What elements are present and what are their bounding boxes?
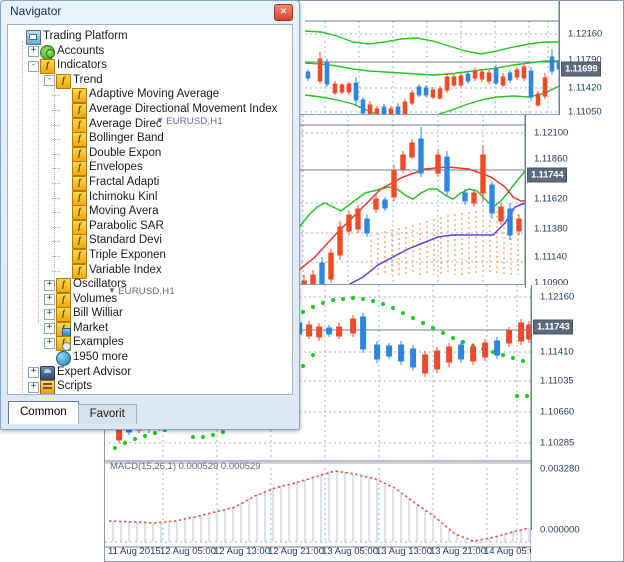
symbol-text: EURUSD,H1 <box>118 286 175 297</box>
tree-item-label: Moving Avera <box>89 204 158 219</box>
time-label: 13 Aug 05:00 <box>322 546 378 557</box>
price-label: 1.11140 <box>534 252 567 263</box>
chevron-down-icon[interactable]: ▼ <box>156 116 164 125</box>
expand-icon[interactable]: + <box>28 367 39 378</box>
tree-item-label: Bollinger Band <box>89 131 164 146</box>
price-axis-line <box>531 285 532 530</box>
tab-common[interactable]: Common <box>8 401 79 424</box>
price-label: 1.12160 <box>568 29 602 40</box>
time-label: 12 Aug 21:00 <box>268 546 324 557</box>
time-axis: 11 Aug 2015 12 Aug 05:00 12 Aug 13:00 12… <box>105 545 531 561</box>
expand-icon[interactable]: + <box>44 323 55 334</box>
tree-item-label: Bill Williar <box>73 306 123 321</box>
navigator-window[interactable]: Navigator ✕ Trading Platform + Accounts-fI… <box>0 0 300 430</box>
price-axis-line <box>559 1 560 118</box>
chart-window-bollinger[interactable]: 1.12160 1.11790 1.11699 1.11420 1.11050 <box>296 0 624 119</box>
tree-item-label: Envelopes <box>89 160 143 175</box>
tree-item-label: Trend <box>73 73 103 88</box>
price-label: 1.11035 <box>540 376 574 387</box>
chevron-down-icon[interactable]: ▼ <box>108 286 116 295</box>
current-price-tag: 1.11744 <box>527 168 567 183</box>
price-label: 1.11420 <box>568 83 602 94</box>
chart-symbol-label-parabolic[interactable]: ▼EURUSD,H1 <box>108 286 175 297</box>
tree-connector <box>22 41 23 395</box>
macd-scale-label: 0.000000 <box>540 525 580 536</box>
tree-item-label: Parabolic SAR <box>89 219 164 234</box>
tree-item-label: Market <box>73 321 108 336</box>
tree-item-label: Fractal Adapti <box>89 175 159 190</box>
tree-item[interactable]: + Expert Advisor <box>12 365 292 380</box>
price-label: 1.11410 <box>540 347 574 358</box>
price-scale-bollinger[interactable]: 1.12160 1.11790 1.11699 1.11420 1.11050 <box>559 1 624 118</box>
chart-symbol-label-ichimoku[interactable]: ▼EURUSD,H1 <box>156 116 223 127</box>
macd-indicator-label: MACD(15,26,1) 0.000529 0.000529 <box>110 461 261 472</box>
expand-icon[interactable]: + <box>44 338 55 349</box>
navigator-titlebar[interactable]: Navigator ✕ <box>1 1 299 23</box>
close-icon[interactable]: ✕ <box>274 4 293 21</box>
time-label: 13 Aug 21:00 <box>430 546 486 557</box>
tree-item[interactable]: +fExamples <box>12 335 292 350</box>
time-label: 11 Aug 2015 <box>108 546 161 557</box>
tree-item-label: Average Direc <box>89 117 162 132</box>
price-label: 1.10285 <box>540 438 574 449</box>
tree-item-label: Average Directional Movement Index <box>89 102 277 117</box>
current-price-tag: 1.11743 <box>533 320 573 335</box>
collapse-icon[interactable]: - <box>44 75 55 86</box>
price-label: 1.11620 <box>534 194 568 205</box>
tree-item-label: Expert Advisor <box>57 365 131 380</box>
macd-scale-label: 0.003280 <box>540 464 580 475</box>
tree-item-label: Examples <box>73 335 124 350</box>
tree-connector <box>38 71 39 323</box>
tree-item[interactable]: 1950 more <box>12 350 292 365</box>
tree-item-label: Indicators <box>57 58 107 73</box>
symbol-text: EURUSD,H1 <box>166 116 223 127</box>
navigator-tabs[interactable]: Common Favorit <box>8 402 136 424</box>
price-label: 1.12100 <box>534 128 568 139</box>
tree-item-label: Scripts <box>57 379 92 394</box>
tree-item-label: Ichimoku Kinl <box>89 190 157 205</box>
tree-item-label: 1950 more <box>73 350 128 365</box>
tree-item-label: Trading Platform <box>43 29 128 44</box>
tree-item-label: Triple Exponen <box>89 248 166 263</box>
scripts-icon <box>40 380 55 395</box>
tab-favorites[interactable]: Favorit <box>78 404 137 424</box>
tree-item-label: Standard Devi <box>89 233 162 248</box>
price-label: 1.10660 <box>540 407 574 418</box>
time-label: 12 Aug 05:00 <box>160 546 216 557</box>
price-scale-ichimoku[interactable]: 1.12100 1.11860 1.11744 1.11620 1.11380 … <box>525 115 624 288</box>
tree-item[interactable]: + Scripts <box>12 379 292 394</box>
time-label: 13 Aug 13:00 <box>376 546 432 557</box>
tree-item[interactable]: + Accounts <box>12 44 292 59</box>
tree-item[interactable]: Trading Platform <box>12 29 292 44</box>
time-label: 12 Aug 13:00 <box>214 546 270 557</box>
navigator-title: Navigator <box>10 4 61 18</box>
tree-item[interactable]: -fTrend <box>12 73 292 88</box>
price-axis-line <box>525 115 526 288</box>
tree-item-label: Adaptive Moving Average <box>89 87 219 102</box>
expand-icon[interactable]: + <box>28 46 39 57</box>
tree-item-label: Double Expon <box>89 146 161 161</box>
navigator-tree[interactable]: Trading Platform + Accounts-fIndicators-fT… <box>7 24 293 395</box>
tree-connector <box>54 87 55 325</box>
tree-item-label: Accounts <box>57 44 104 59</box>
price-label: 1.11860 <box>534 154 568 165</box>
tree-item-label: Variable Index <box>89 263 162 278</box>
expand-icon[interactable]: + <box>28 382 39 393</box>
current-price-tag: 1.11699 <box>561 62 601 77</box>
price-scale-parabolic[interactable]: 1.12160 1.11743 1.11410 1.11035 1.10660 … <box>531 285 624 561</box>
price-label: 1.11380 <box>534 224 568 235</box>
price-label: 1.12160 <box>540 292 574 303</box>
tree-item[interactable]: -fIndicators <box>12 58 292 73</box>
